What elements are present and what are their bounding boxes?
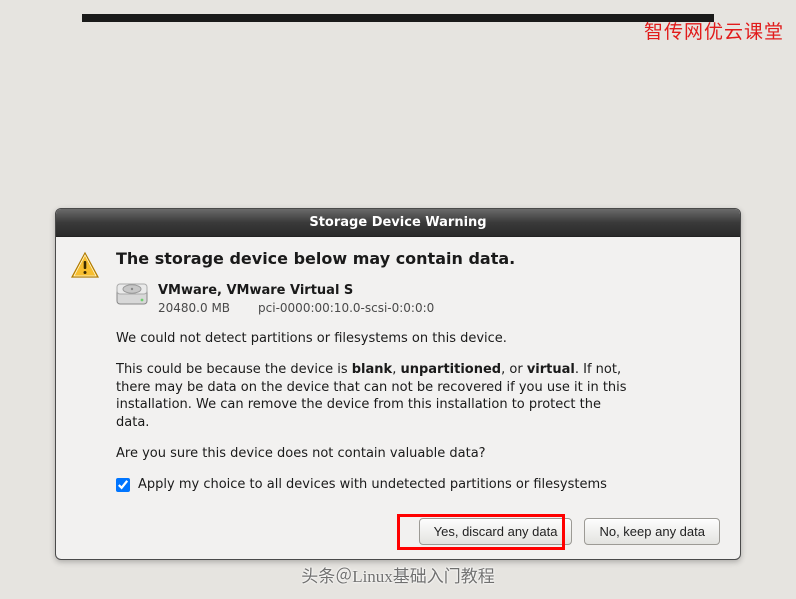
apply-all-label: Apply my choice to all devices with unde…: [138, 477, 607, 492]
explain-prefix: This could be because the device is: [116, 362, 352, 377]
detect-message: We could not detect partitions or filesy…: [116, 330, 636, 348]
warning-icon: [70, 270, 100, 285]
device-size-label: 20480.0 MB: [158, 300, 230, 316]
storage-warning-dialog: Storage Device Warning The storage devic…: [55, 208, 741, 560]
window-top-border: [82, 14, 714, 22]
emph-blank: blank: [352, 362, 392, 377]
apply-all-checkbox-row[interactable]: Apply my choice to all devices with unde…: [116, 477, 724, 492]
emph-virtual: virtual: [527, 362, 575, 377]
sep2: , or: [501, 362, 527, 377]
device-model-label: VMware, VMware Virtual S: [158, 282, 434, 300]
emph-unpartitioned: unpartitioned: [400, 362, 501, 377]
footer-watermark: 头条＠Linux基础入门教程: [301, 562, 495, 587]
storage-device-row: VMware, VMware Virtual S 20480.0 MB pci-…: [116, 282, 724, 316]
confirm-question: Are you sure this device does not contai…: [116, 445, 636, 463]
dialog-titlebar: Storage Device Warning: [56, 209, 740, 237]
dialog-button-bar: Yes, discard any data No, keep any data: [116, 518, 724, 545]
keep-data-button[interactable]: No, keep any data: [584, 518, 720, 545]
device-path-label: pci-0000:00:10.0-scsi-0:0:0:0: [258, 300, 434, 316]
discard-data-button[interactable]: Yes, discard any data: [419, 518, 573, 545]
brand-watermark-top: 智传网优云课堂: [644, 17, 784, 44]
explain-message: This could be because the device is blan…: [116, 361, 636, 431]
hard-disk-icon: [116, 297, 148, 312]
warning-heading: The storage device below may contain dat…: [116, 249, 724, 268]
apply-all-checkbox[interactable]: [116, 478, 130, 492]
